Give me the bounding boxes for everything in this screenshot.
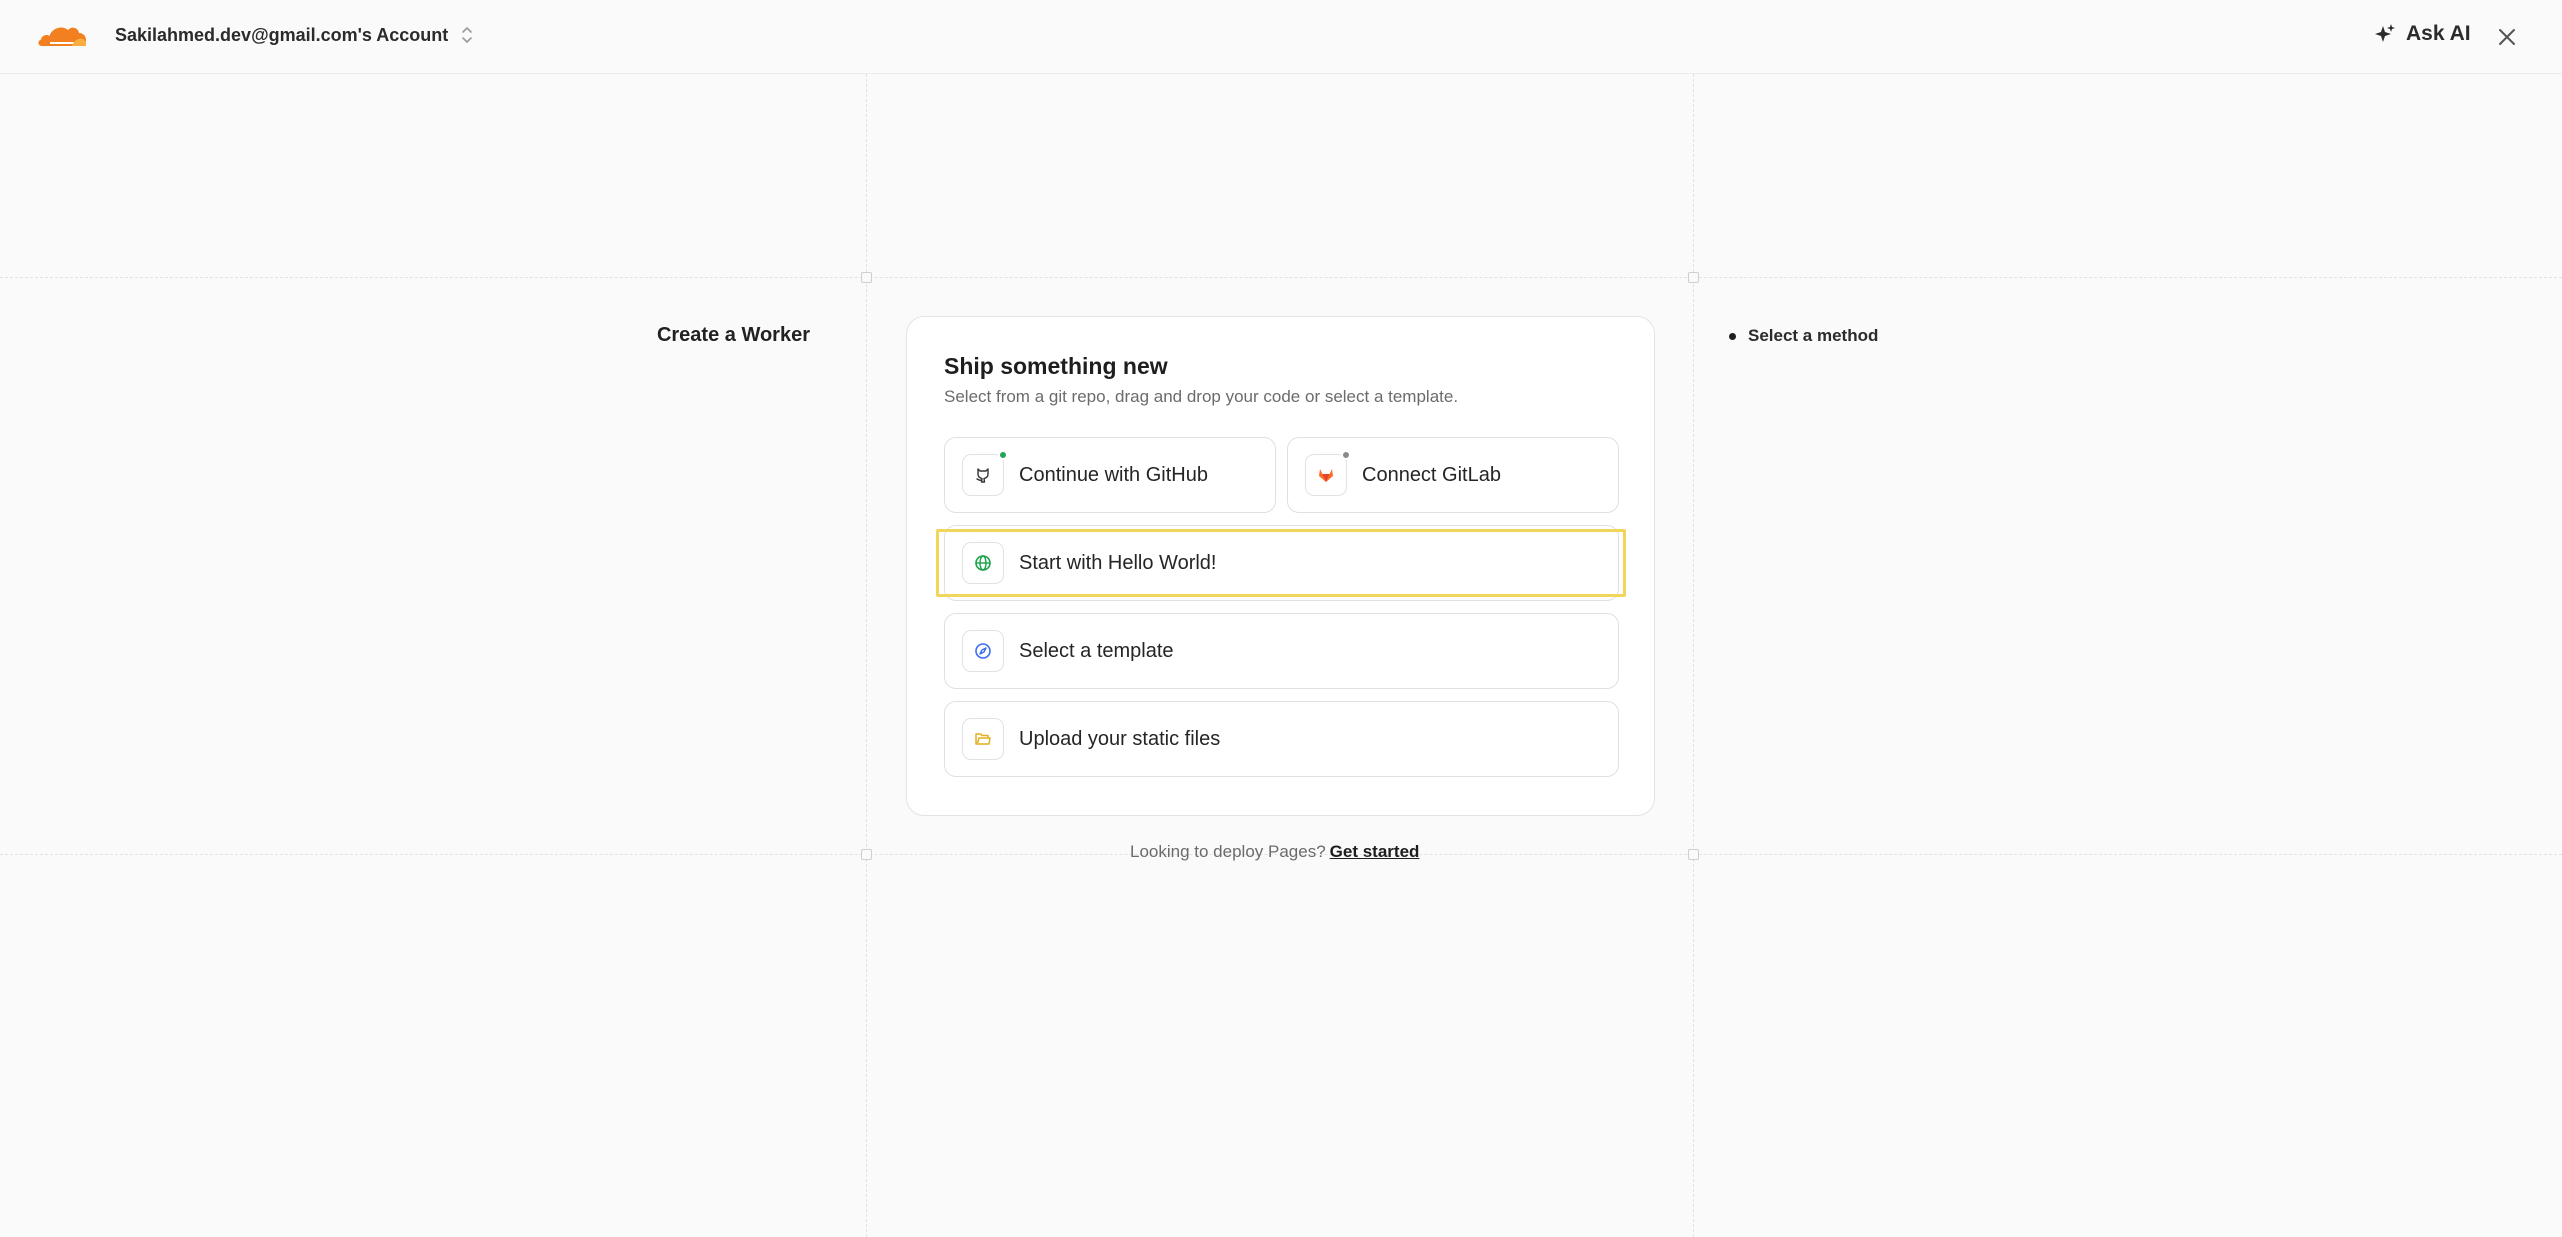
globe-icon bbox=[975, 555, 991, 571]
guide-line-right bbox=[1693, 74, 1694, 1237]
close-icon[interactable] bbox=[2494, 24, 2520, 50]
guide-corner bbox=[861, 272, 872, 283]
ask-ai-button[interactable]: Ask AI bbox=[2374, 22, 2471, 46]
github-icon-box bbox=[962, 450, 1008, 496]
gitlab-icon-box bbox=[1305, 450, 1351, 496]
compass-icon bbox=[975, 643, 991, 659]
folder-icon-box bbox=[962, 718, 1004, 760]
cloudflare-logo[interactable] bbox=[36, 20, 88, 50]
connect-gitlab-button[interactable]: Connect GitLab bbox=[1287, 437, 1619, 513]
guide-corner bbox=[861, 849, 872, 860]
guide-corner bbox=[1688, 272, 1699, 283]
pages-note-text: Looking to deploy Pages? bbox=[1130, 842, 1326, 861]
step-label: Select a method bbox=[1748, 326, 1879, 345]
account-switcher[interactable]: Sakilahmed.dev@gmail.com's Account bbox=[115, 24, 474, 46]
compass-icon-box bbox=[962, 630, 1004, 672]
select-template-button[interactable]: Select a template bbox=[944, 613, 1619, 689]
option-label: Select a template bbox=[1019, 639, 1174, 662]
start-hello-world-button[interactable]: Start with Hello World! bbox=[944, 525, 1619, 601]
card-subtitle: Select from a git repo, drag and drop yo… bbox=[944, 387, 1459, 406]
option-label: Continue with GitHub bbox=[1019, 463, 1208, 486]
gitlab-icon bbox=[1319, 469, 1333, 482]
option-label: Connect GitLab bbox=[1362, 463, 1501, 486]
option-label: Upload your static files bbox=[1019, 727, 1221, 750]
sparkle-icon bbox=[2375, 24, 2395, 42]
account-name: Sakilahmed.dev@gmail.com's Account bbox=[115, 24, 449, 45]
pages-note: Looking to deploy Pages? Get started bbox=[1130, 842, 1419, 862]
step-bullet bbox=[1729, 332, 1736, 340]
continue-github-button[interactable]: Continue with GitHub bbox=[944, 437, 1276, 513]
disconnected-status-dot bbox=[1341, 450, 1351, 460]
page-title: Create a Worker bbox=[656, 324, 810, 346]
step-item-select-method: Select a method bbox=[1729, 326, 1878, 346]
github-icon bbox=[976, 468, 989, 483]
top-bar: Sakilahmed.dev@gmail.com's Account Ask A… bbox=[0, 0, 2562, 74]
upload-static-files-button[interactable]: Upload your static files bbox=[944, 701, 1619, 777]
get-started-link[interactable]: Get started bbox=[1330, 842, 1420, 861]
option-label: Start with Hello World! bbox=[1019, 551, 1217, 574]
connected-status-dot bbox=[998, 450, 1008, 460]
chevron-up-down-icon bbox=[462, 27, 473, 43]
ship-card: Ship something new Select from a git rep… bbox=[906, 316, 1655, 816]
folder-icon bbox=[975, 733, 991, 745]
guide-line-left bbox=[866, 74, 867, 1237]
ask-ai-label: Ask AI bbox=[2406, 22, 2471, 45]
guide-corner bbox=[1688, 849, 1699, 860]
globe-icon-box bbox=[962, 542, 1004, 584]
card-title: Ship something new bbox=[944, 353, 1168, 379]
guide-line-top bbox=[0, 277, 2562, 278]
